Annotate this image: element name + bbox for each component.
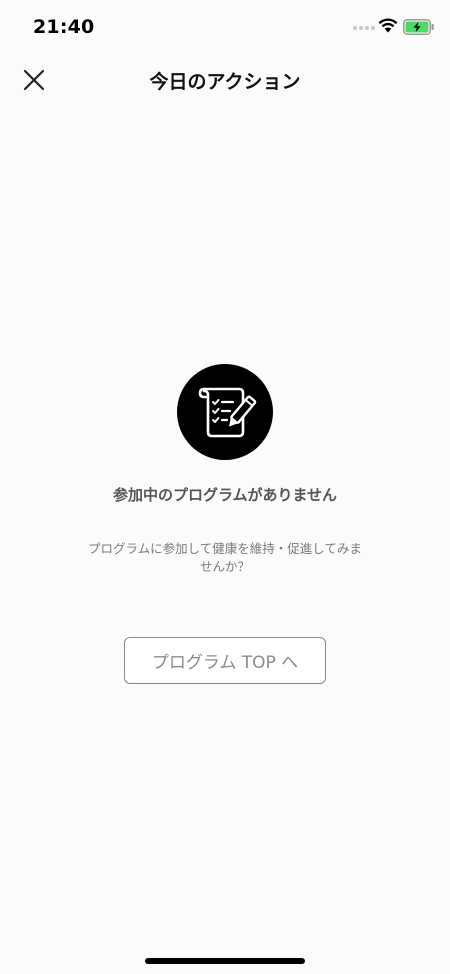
cellular-signal-icon (353, 26, 377, 32)
status-time: 21:40 (33, 16, 95, 38)
empty-state-title: 参加中のプログラムがありません (112, 486, 338, 504)
wifi-icon (378, 18, 398, 33)
status-bar: 21:40 (0, 0, 450, 54)
description-line-2: せんか？ (199, 559, 250, 574)
description-line-1: プログラムに参加して健康を維持・促進してみま (88, 541, 362, 556)
checklist-pencil-icon (198, 387, 257, 438)
empty-state-description: プログラムに参加して健康を維持・促進してみま せんか？ (70, 540, 380, 576)
empty-state-icon (177, 364, 273, 460)
program-top-button[interactable]: プログラム TOP へ (124, 637, 326, 684)
home-indicator (145, 958, 305, 964)
battery-icon (403, 19, 434, 35)
program-top-button-label: プログラム TOP へ (151, 653, 299, 673)
screen: 21:40 今日のアクション 参加中のプログラムがありません プログラムに参加し… (0, 0, 450, 974)
nav-bar: 今日のアクション (0, 54, 450, 104)
page-title: 今日のアクション (149, 71, 301, 93)
